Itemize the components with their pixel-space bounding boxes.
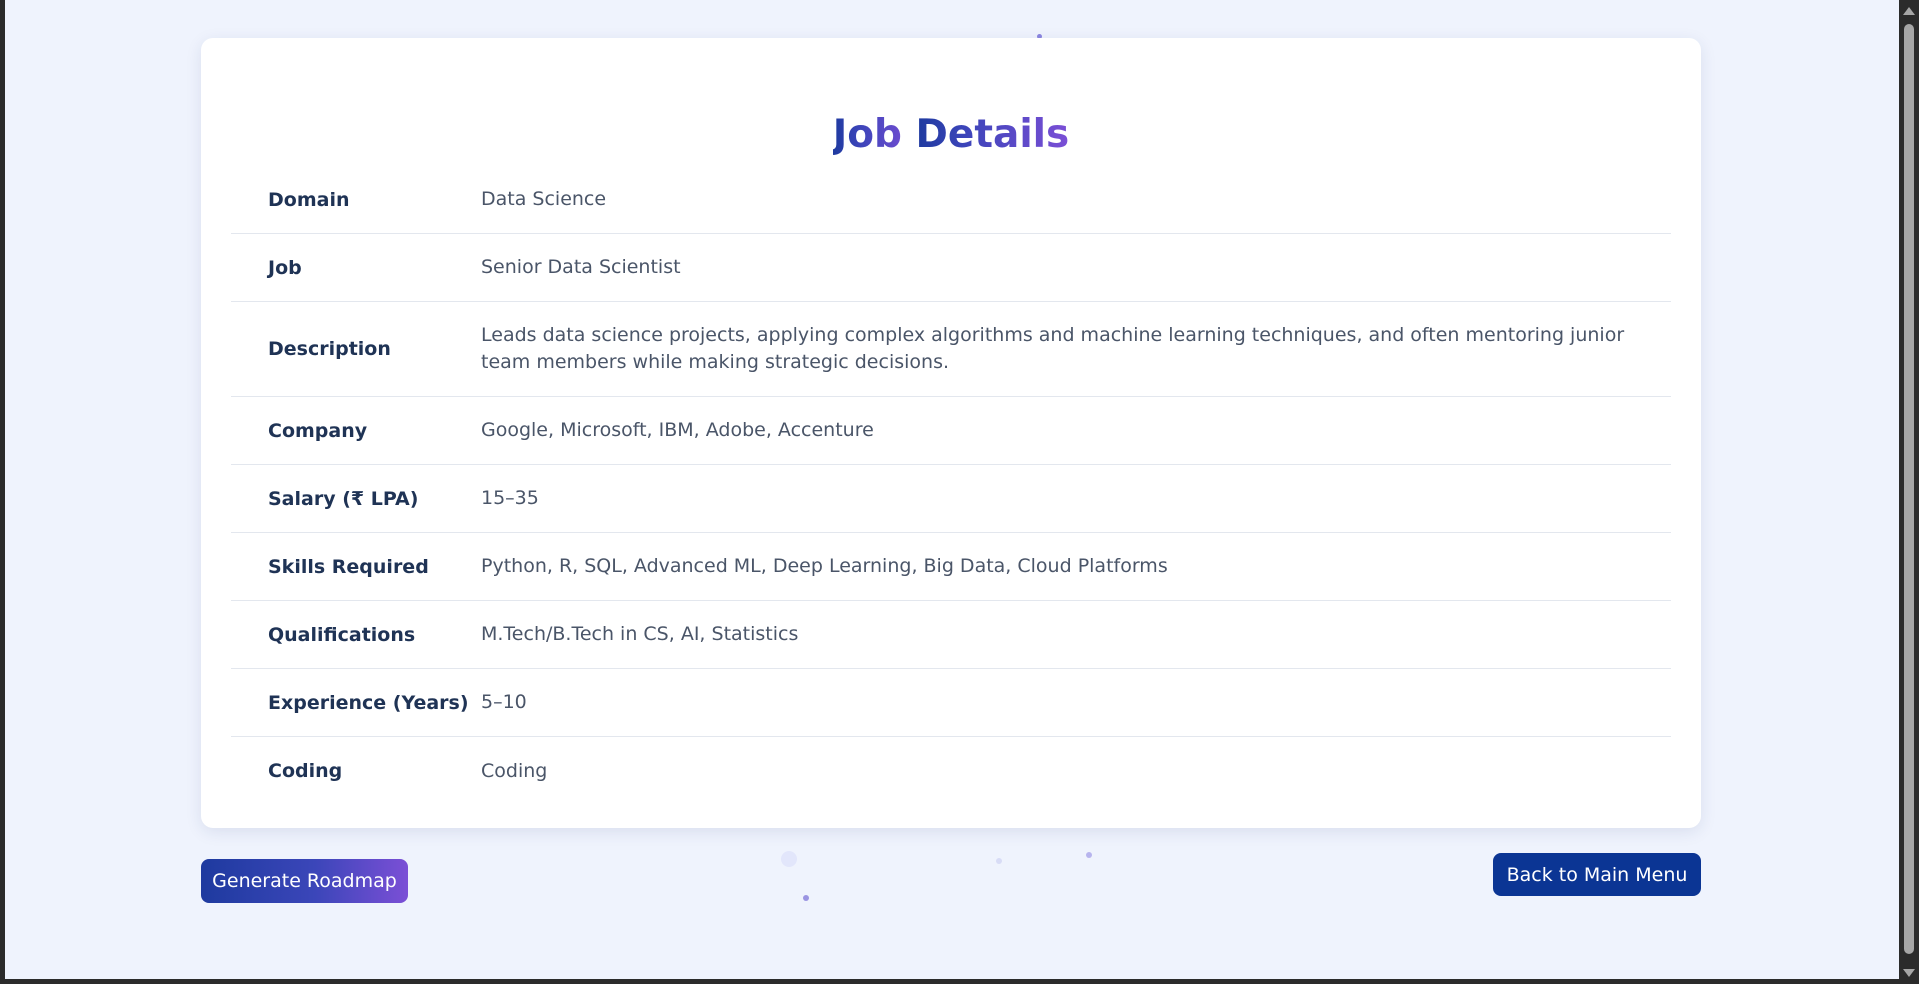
detail-row-salary: Salary (₹ LPA) 15–35: [231, 465, 1671, 533]
detail-value: Google, Microsoft, IBM, Adobe, Accenture: [481, 419, 874, 441]
detail-label: Job: [268, 256, 302, 279]
detail-row-coding: Coding Coding: [231, 737, 1671, 805]
generate-roadmap-button[interactable]: Generate Roadmap: [201, 859, 408, 903]
decorative-dot: [1086, 852, 1092, 858]
page-title: Job Details: [201, 110, 1701, 160]
detail-label: Coding: [268, 760, 343, 782]
detail-row-qualifications: Qualifications M.Tech/B.Tech in CS, AI, …: [231, 601, 1671, 669]
page-title-part1: Job: [832, 112, 916, 157]
detail-label: Skills Required: [268, 555, 429, 578]
detail-label: Company: [268, 419, 368, 442]
detail-label: Domain: [268, 188, 350, 211]
job-details-table: Domain Data Science Job Senior Data Scie…: [231, 166, 1671, 805]
back-to-main-menu-button[interactable]: Back to Main Menu: [1493, 853, 1701, 896]
detail-value: 15–35: [481, 487, 539, 509]
detail-label: Experience (Years): [268, 691, 469, 714]
scroll-up-arrow-icon[interactable]: [1903, 7, 1915, 15]
decorative-dot: [781, 851, 797, 867]
detail-value: Senior Data Scientist: [481, 256, 681, 278]
detail-value: Python, R, SQL, Advanced ML, Deep Learni…: [481, 555, 1168, 577]
detail-value: Leads data science projects, applying co…: [481, 324, 1625, 373]
detail-value: M.Tech/B.Tech in CS, AI, Statistics: [481, 623, 799, 645]
detail-row-company: Company Google, Microsoft, IBM, Adobe, A…: [231, 397, 1671, 465]
detail-label: Description: [268, 338, 391, 360]
detail-row-skills: Skills Required Python, R, SQL, Advanced…: [231, 533, 1671, 601]
page-title-part2: Details: [915, 112, 1070, 157]
detail-row-description: Description Leads data science projects,…: [231, 302, 1671, 397]
detail-value: 5–10: [481, 691, 527, 713]
decorative-dot: [803, 895, 809, 901]
decorative-dot: [996, 858, 1002, 864]
detail-value: Coding: [481, 759, 548, 782]
detail-value: Data Science: [481, 188, 607, 210]
detail-row-job: Job Senior Data Scientist: [231, 234, 1671, 302]
vertical-scrollbar[interactable]: [1899, 0, 1919, 984]
detail-row-experience: Experience (Years) 5–10: [231, 669, 1671, 737]
detail-label: Salary (₹ LPA): [268, 487, 419, 510]
scrollbar-thumb[interactable]: [1904, 24, 1914, 954]
detail-label: Qualifications: [268, 623, 416, 646]
scroll-down-arrow-icon[interactable]: [1903, 969, 1915, 977]
page-viewport: Job Details Domain Data Science Job Seni…: [5, 0, 1899, 979]
job-details-card: Job Details Domain Data Science Job Seni…: [201, 38, 1701, 828]
detail-row-domain: Domain Data Science: [231, 166, 1671, 234]
